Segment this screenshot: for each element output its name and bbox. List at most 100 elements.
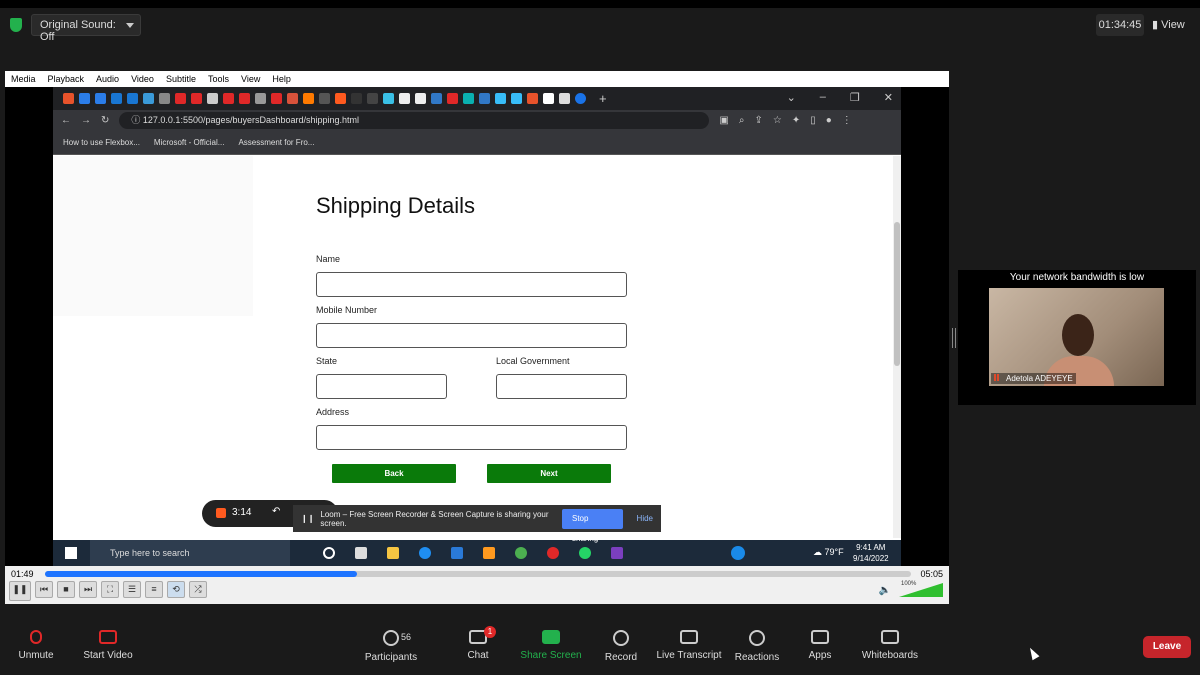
gmail-tab-icon[interactable] <box>287 93 298 104</box>
tab-icon[interactable] <box>63 93 74 104</box>
taskbar-clock[interactable]: 9:41 AM 9/14/2022 <box>853 542 889 564</box>
help-icon[interactable] <box>731 546 745 560</box>
active-tab-icon[interactable] <box>575 93 586 104</box>
bookmark-item[interactable]: Assessment for Fro... <box>238 138 314 147</box>
local-government-field[interactable] <box>496 374 627 399</box>
mobile-number-field[interactable] <box>316 323 627 348</box>
youtube-tab-icon[interactable] <box>223 93 234 104</box>
original-sound-button[interactable]: Original Sound: Off <box>31 14 141 43</box>
speaker-icon[interactable]: 🔈 <box>879 585 891 596</box>
drag-handle-icon[interactable]: ❙❙ <box>301 514 314 523</box>
profile-avatar[interactable]: ● <box>826 115 832 126</box>
tailwind-tab-icon[interactable] <box>511 93 522 104</box>
shuffle-icon[interactable]: ⤮ <box>189 581 207 598</box>
visual-studio-icon[interactable] <box>611 547 623 559</box>
forward-arrow-icon[interactable]: → <box>81 115 91 126</box>
menu-tools[interactable]: Tools <box>208 71 229 87</box>
vscode-icon[interactable] <box>451 547 463 559</box>
dev-tab-icon[interactable] <box>543 93 554 104</box>
sidebar-icon[interactable]: ▯ <box>810 115 816 126</box>
start-video-button[interactable]: Start Video <box>68 630 148 661</box>
star-icon[interactable]: ☆ <box>773 115 782 126</box>
youtube-tab-icon[interactable] <box>175 93 186 104</box>
menu-audio[interactable]: Audio <box>96 71 119 87</box>
back-arrow-icon[interactable]: ← <box>61 115 71 126</box>
taskbar-search[interactable]: Type here to search <box>90 540 290 566</box>
tab-icon[interactable] <box>399 93 410 104</box>
youtube-tab-icon[interactable] <box>191 93 202 104</box>
github-tab-icon[interactable] <box>415 93 426 104</box>
chevron-down-icon[interactable]: ⌄ <box>787 91 796 104</box>
menu-media[interactable]: Media <box>11 71 36 87</box>
share-screen-button[interactable]: Share Screen <box>511 630 591 661</box>
tab-icon[interactable] <box>383 93 394 104</box>
extensions-icon[interactable]: ✦ <box>792 115 800 126</box>
tab-icon[interactable] <box>159 93 170 104</box>
stop-sharing-button[interactable]: Stop sharing <box>562 508 623 543</box>
youtube-tab-icon[interactable] <box>447 93 458 104</box>
camera-icon[interactable]: ▣ <box>719 115 728 126</box>
loop-icon[interactable]: ⟲ <box>167 581 185 598</box>
participants-button[interactable]: 56 Participants <box>351 630 431 663</box>
menu-help[interactable]: Help <box>272 71 291 87</box>
tab-icon[interactable] <box>335 93 346 104</box>
bookmark-item[interactable]: Microsoft - Official... <box>154 138 225 147</box>
unmute-button[interactable]: Unmute <box>0 630 76 661</box>
loom-undo-icon[interactable]: ↶ <box>272 506 280 517</box>
participant-video-tile[interactable]: Your network bandwidth is low Adetola AD… <box>958 270 1196 405</box>
tab-icon[interactable] <box>79 93 90 104</box>
address-field[interactable] <box>316 425 627 450</box>
cortana-icon[interactable] <box>323 547 335 559</box>
tab-icon[interactable] <box>111 93 122 104</box>
typescript-tab-icon[interactable] <box>431 93 442 104</box>
chevron-down-icon[interactable] <box>126 23 134 28</box>
new-tab-icon[interactable]: + <box>599 91 607 106</box>
view-button[interactable]: ▮ View <box>1152 14 1192 36</box>
edge-icon[interactable] <box>419 547 431 559</box>
apps-button[interactable]: Apps <box>780 630 860 661</box>
menu-video[interactable]: Video <box>131 71 154 87</box>
windows-start-icon[interactable] <box>65 547 77 559</box>
close-icon[interactable] <box>559 93 570 104</box>
whatsapp-icon[interactable] <box>579 547 591 559</box>
pause-icon[interactable]: ❚❚ <box>9 581 31 601</box>
tab-icon[interactable] <box>207 93 218 104</box>
minimize-icon[interactable]: – <box>820 91 826 104</box>
splitter-handle[interactable] <box>952 328 956 348</box>
loom-stop-icon[interactable] <box>216 508 226 518</box>
reload-icon[interactable]: ↻ <box>101 115 109 126</box>
youtube-tab-icon[interactable] <box>239 93 250 104</box>
next-icon[interactable]: ⏭ <box>79 581 97 598</box>
tab-icon[interactable] <box>303 93 314 104</box>
chrome-icon[interactable] <box>515 547 527 559</box>
close-icon[interactable]: ✕ <box>884 91 893 104</box>
menu-playback[interactable]: Playback <box>48 71 85 87</box>
playlist-icon[interactable]: ≡ <box>145 581 163 598</box>
youtube-tab-icon[interactable] <box>271 93 282 104</box>
tab-icon[interactable] <box>95 93 106 104</box>
tab-icon[interactable] <box>319 93 330 104</box>
page-scrollbar[interactable] <box>893 156 901 538</box>
tab-icon[interactable] <box>351 93 362 104</box>
chat-button[interactable]: 1 Chat <box>438 626 518 661</box>
fullscreen-icon[interactable]: ⛶ <box>101 581 119 598</box>
menu-subtitle[interactable]: Subtitle <box>166 71 196 87</box>
zoom-icon[interactable]: ⌕ <box>739 115 745 126</box>
previous-icon[interactable]: ⏮ <box>35 581 53 598</box>
hide-button[interactable]: Hide <box>629 514 661 523</box>
whiteboards-button[interactable]: Whiteboards <box>850 630 930 661</box>
name-field[interactable] <box>316 272 627 297</box>
bookmark-item[interactable]: How to use Flexbox... <box>63 138 140 147</box>
state-field[interactable] <box>316 374 447 399</box>
tab-icon[interactable] <box>255 93 266 104</box>
extended-settings-icon[interactable]: ☰ <box>123 581 141 598</box>
tailwind-tab-icon[interactable] <box>495 93 506 104</box>
leave-button[interactable]: Leave <box>1143 636 1191 658</box>
volume-slider[interactable]: 100% <box>899 581 943 597</box>
typescript-tab-icon[interactable] <box>479 93 490 104</box>
seek-bar[interactable] <box>45 571 911 577</box>
back-button[interactable]: Back <box>332 464 456 483</box>
maximize-icon[interactable]: ❐ <box>850 91 860 104</box>
tab-icon[interactable] <box>463 93 474 104</box>
share-icon[interactable]: ⇪ <box>754 115 762 126</box>
